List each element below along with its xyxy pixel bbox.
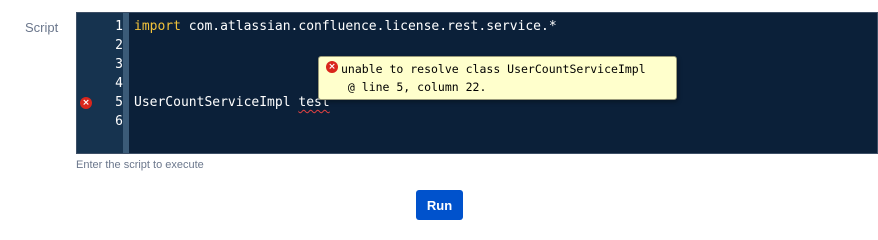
run-button[interactable]: Run <box>416 190 463 220</box>
error-tooltip: × unable to resolve class UserCountServi… <box>318 56 677 100</box>
code-text: UserCountServiceImpl <box>134 95 299 110</box>
code-line-1[interactable]: import com.atlassian.confluence.license.… <box>134 17 557 36</box>
error-circle-icon[interactable]: × <box>80 97 92 109</box>
code-text: com.atlassian.confluence.license.rest.se… <box>180 19 557 34</box>
line-number: 1 <box>115 19 123 34</box>
error-message: unable to resolve class UserCountService… <box>341 62 646 76</box>
line-number: 2 <box>115 38 123 53</box>
error-circle-icon: × <box>326 61 338 73</box>
line-number: 3 <box>115 57 123 72</box>
script-help-text: Enter the script to execute <box>76 159 204 171</box>
script-console: Script 1 2 3 4 5 6 import com.atlassian.… <box>0 0 878 236</box>
gutter-divider <box>123 13 129 153</box>
code-keyword: import <box>134 19 181 34</box>
error-location: @ line 5, column 22. <box>341 80 487 94</box>
line-number: 6 <box>115 114 123 129</box>
code-line-5[interactable]: UserCountServiceImpl test <box>134 93 330 112</box>
script-label: Script <box>25 20 59 35</box>
line-number-gutter: 1 2 3 4 5 6 <box>77 13 123 153</box>
line-number: 4 <box>115 76 123 91</box>
